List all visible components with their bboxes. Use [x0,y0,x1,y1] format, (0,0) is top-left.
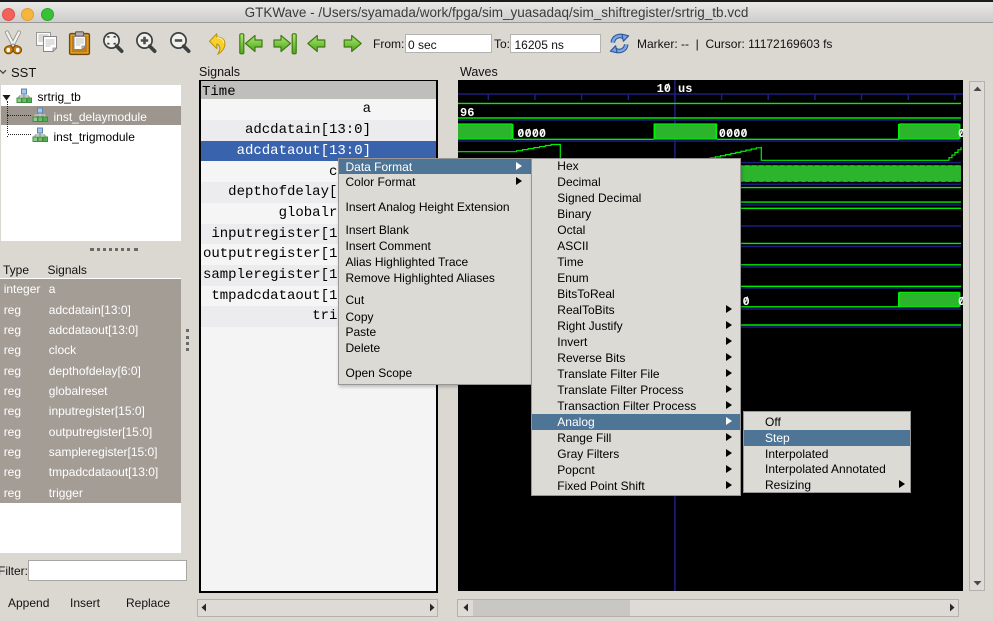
svg-text:96: 96 [460,106,474,120]
svg-text:us: us [678,82,692,96]
svg-text:0: 0 [743,295,750,309]
